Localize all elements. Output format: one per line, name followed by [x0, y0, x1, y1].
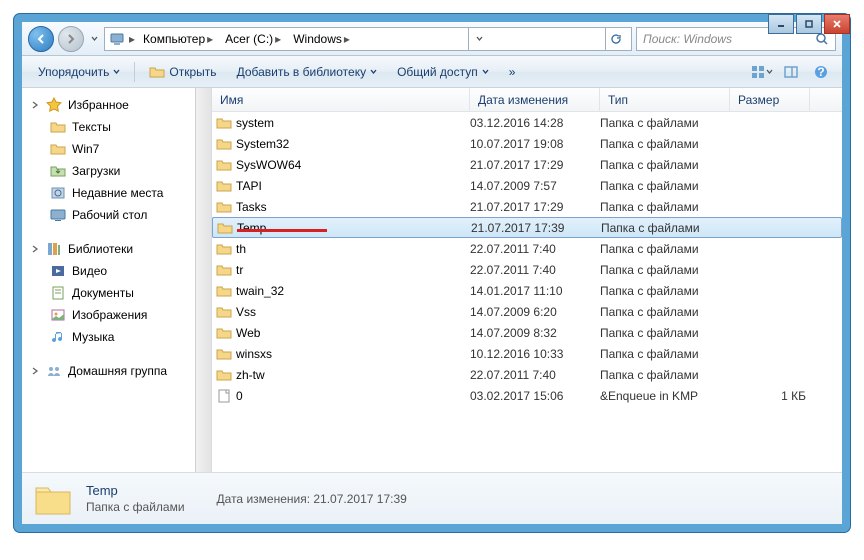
file-row[interactable]: Vss14.07.2009 6:20Папка с файлами	[212, 301, 842, 322]
file-view: Имя Дата изменения Тип Размер system03.1…	[212, 88, 842, 472]
file-row[interactable]: th22.07.2011 7:40Папка с файлами	[212, 238, 842, 259]
explorer-window: ▸ Компьютер▸ Acer (C:)▸ Windows▸ Поиск: …	[14, 14, 850, 532]
file-row[interactable]: TAPI14.07.2009 7:57Папка с файлами	[212, 175, 842, 196]
sidebar-item-1-2[interactable]: Изображения	[22, 304, 211, 326]
file-row[interactable]: winsxs10.12.2016 10:33Папка с файлами	[212, 343, 842, 364]
computer-icon	[109, 31, 125, 47]
breadcrumb-label: Компьютер	[143, 32, 205, 46]
breadcrumb-folder[interactable]: Windows▸	[289, 32, 354, 46]
history-dropdown[interactable]	[88, 26, 100, 52]
details-type: Папка с файлами	[86, 500, 185, 514]
breadcrumb-computer[interactable]: Компьютер▸	[139, 32, 217, 46]
titlebar	[768, 14, 850, 38]
details-pane: Temp Папка с файлами Дата изменения: 21.…	[22, 472, 842, 524]
file-row[interactable]: zh-tw22.07.2011 7:40Папка с файлами	[212, 364, 842, 385]
file-row[interactable]: SysWOW6421.07.2017 17:29Папка с файлами	[212, 154, 842, 175]
back-button[interactable]	[28, 26, 54, 52]
add-to-library-button[interactable]: Добавить в библиотеку	[229, 61, 386, 83]
file-row[interactable]: 003.02.2017 15:06&Enqueue in KMP1 КБ	[212, 385, 842, 406]
toolbar: Упорядочить Открыть Добавить в библиотек…	[22, 56, 842, 88]
address-bar[interactable]: ▸ Компьютер▸ Acer (C:)▸ Windows▸	[104, 27, 632, 51]
svg-text:?: ?	[817, 65, 824, 79]
address-dropdown[interactable]	[468, 28, 490, 50]
breadcrumb-label: Windows	[293, 32, 342, 46]
help-button[interactable]: ?	[808, 60, 834, 84]
toolbar-separator	[134, 62, 135, 82]
body-area: ИзбранноеТекстыWin7ЗагрузкиНедавние мест…	[22, 88, 842, 472]
column-type[interactable]: Тип	[600, 88, 730, 111]
maximize-button[interactable]	[796, 14, 822, 34]
sidebar-group-0[interactable]: Избранное	[22, 94, 211, 116]
sidebar-item-0-3[interactable]: Недавние места	[22, 182, 211, 204]
breadcrumb-drive[interactable]: Acer (C:)▸	[221, 32, 285, 46]
open-button[interactable]: Открыть	[141, 60, 224, 84]
chevron-right-icon: ▸	[129, 32, 135, 46]
breadcrumb-label: Acer (C:)	[225, 32, 273, 46]
navigation-row: ▸ Компьютер▸ Acer (C:)▸ Windows▸ Поиск: …	[22, 22, 842, 56]
sidebar-group-1[interactable]: Библиотеки	[22, 238, 211, 260]
file-row[interactable]: Temp21.07.2017 17:39Папка с файлами	[212, 217, 842, 238]
details-name: Temp	[86, 483, 185, 498]
column-name[interactable]: Имя	[212, 88, 470, 111]
sidebar-item-0-0[interactable]: Тексты	[22, 116, 211, 138]
search-placeholder: Поиск: Windows	[643, 32, 732, 46]
refresh-button[interactable]	[605, 28, 627, 50]
details-text: Temp Папка с файлами	[86, 483, 185, 514]
details-meta: Дата изменения: 21.07.2017 17:39	[217, 492, 407, 506]
file-row[interactable]: twain_3214.01.2017 11:10Папка с файлами	[212, 280, 842, 301]
sidebar-scrollbar[interactable]	[195, 88, 211, 472]
column-size[interactable]: Размер	[730, 88, 810, 111]
file-row[interactable]: system03.12.2016 14:28Папка с файлами	[212, 112, 842, 133]
file-row[interactable]: tr22.07.2011 7:40Папка с файлами	[212, 259, 842, 280]
folder-open-icon	[149, 64, 165, 80]
file-row[interactable]: Web14.07.2009 8:32Папка с файлами	[212, 322, 842, 343]
sidebar-group-2[interactable]: Домашняя группа	[22, 360, 211, 382]
sidebar-item-0-2[interactable]: Загрузки	[22, 160, 211, 182]
more-button[interactable]: »	[501, 61, 524, 83]
sidebar-item-0-1[interactable]: Win7	[22, 138, 211, 160]
view-options-button[interactable]	[748, 60, 774, 84]
file-row[interactable]: System3210.07.2017 19:08Папка с файлами	[212, 133, 842, 154]
navigation-pane: ИзбранноеТекстыWin7ЗагрузкиНедавние мест…	[22, 88, 212, 472]
sidebar-item-1-0[interactable]: Видео	[22, 260, 211, 282]
close-button[interactable]	[824, 14, 850, 34]
organize-button[interactable]: Упорядочить	[30, 61, 128, 83]
column-headers: Имя Дата изменения Тип Размер	[212, 88, 842, 112]
folder-large-icon	[32, 478, 74, 520]
sidebar-item-0-4[interactable]: Рабочий стол	[22, 204, 211, 226]
file-list[interactable]: system03.12.2016 14:28Папка с файламиSys…	[212, 112, 842, 472]
sidebar-item-1-1[interactable]: Документы	[22, 282, 211, 304]
column-date[interactable]: Дата изменения	[470, 88, 600, 111]
forward-button[interactable]	[58, 26, 84, 52]
sidebar-item-1-3[interactable]: Музыка	[22, 326, 211, 348]
minimize-button[interactable]	[768, 14, 794, 34]
file-row[interactable]: Tasks21.07.2017 17:29Папка с файлами	[212, 196, 842, 217]
preview-pane-button[interactable]	[778, 60, 804, 84]
share-button[interactable]: Общий доступ	[389, 61, 497, 83]
